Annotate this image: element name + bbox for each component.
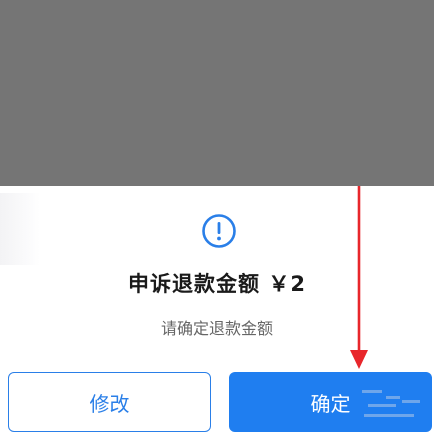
modify-button-label: 修改	[89, 391, 130, 416]
confirm-button-label: 确定	[310, 391, 351, 416]
screen: 申诉退款金额 ￥2 请确定退款金额 修改 确定	[0, 0, 434, 434]
red-arrow-icon	[350, 186, 368, 369]
dim-overlay[interactable]	[0, 0, 434, 186]
modify-button[interactable]: 修改	[8, 372, 211, 432]
watermark-icon	[362, 390, 420, 417]
info-circle-icon	[202, 214, 236, 248]
background-edge	[0, 193, 40, 265]
